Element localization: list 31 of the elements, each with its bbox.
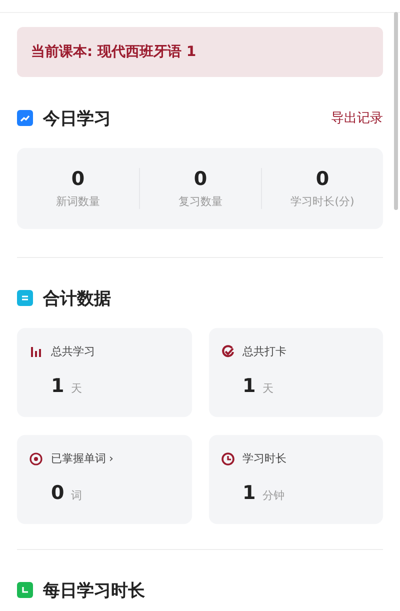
stat-label: 复习数量	[178, 194, 222, 209]
total-stat-card[interactable]: 已掌握单词 › 0 词	[17, 435, 192, 524]
card-label: 已掌握单词	[51, 451, 106, 466]
target-icon	[29, 452, 43, 466]
list-icon	[17, 290, 33, 306]
card-unit: 分钟	[262, 488, 285, 503]
stat-label: 学习时长(分)	[290, 194, 354, 209]
card-label: 总共学习	[51, 344, 95, 359]
card-value: 1	[51, 375, 64, 397]
card-label: 总共打卡	[242, 344, 286, 359]
card-value: 1	[242, 375, 256, 397]
stat-value: 0	[194, 168, 208, 190]
chevron-icon: ›	[109, 452, 114, 465]
stat-value: 0	[71, 168, 85, 190]
export-link[interactable]: 导出记录	[331, 109, 383, 127]
current-textbook-banner: 当前课本: 现代西班牙语 1	[17, 27, 383, 77]
card-value: 1	[242, 482, 256, 504]
check-icon	[220, 344, 234, 358]
section-title: 今日学习	[43, 108, 112, 130]
stat-label: 新词数量	[56, 194, 100, 209]
bar-chart-icon	[29, 344, 43, 358]
section-title: 合计数据	[43, 288, 112, 310]
card-unit: 词	[71, 488, 82, 503]
card-unit: 天	[262, 381, 274, 396]
card-value: 0	[51, 482, 64, 504]
card-unit: 天	[71, 381, 82, 396]
stat-value: 0	[316, 168, 330, 190]
section-title: 每日学习时长	[43, 580, 146, 602]
trend-icon	[17, 110, 33, 126]
card-label: 学习时长	[242, 451, 286, 466]
scrollbar[interactable]	[394, 12, 398, 210]
